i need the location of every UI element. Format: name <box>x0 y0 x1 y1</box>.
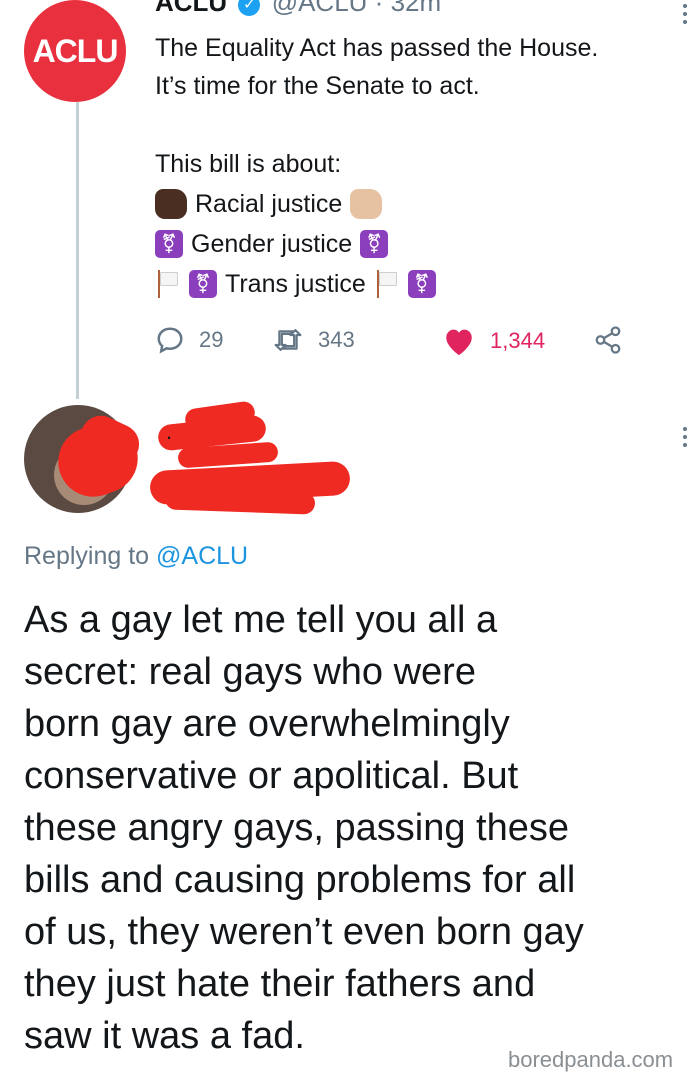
reply-count: 29 <box>199 327 224 352</box>
aclu-avatar[interactable]: ACLU <box>24 0 126 102</box>
transgender-symbol-icon: ⚧ <box>155 230 183 258</box>
watermark: boredpanda.com <box>508 1047 674 1072</box>
bill-item-trans: ⚧ Trans justice ⚧ <box>155 269 436 299</box>
reply-text-line: secret: real gays who were <box>24 651 476 693</box>
reply-author-name[interactable]: . <box>166 419 172 445</box>
tweet-text-line: It’s time for the Senate to act. <box>155 72 480 100</box>
bill-list-intro: This bill is about: <box>155 150 342 178</box>
avatar-logo-text: ACLU <box>32 32 119 69</box>
transgender-symbol-icon: ⚧ <box>360 230 389 258</box>
retweet-button[interactable]: 343 <box>272 325 355 355</box>
raised-fist-light-icon <box>350 189 383 219</box>
reply-text-line: these angry gays, passing these <box>24 807 570 849</box>
more-icon[interactable] <box>683 4 689 28</box>
redaction-mark <box>164 487 316 515</box>
reply-text-line: bills and causing problems for all <box>24 859 576 901</box>
retweet-count: 343 <box>318 327 355 352</box>
separator-dot: · <box>374 0 384 17</box>
transgender-symbol-icon: ⚧ <box>189 270 217 298</box>
replying-to: Replying to @ACLU <box>24 541 248 571</box>
white-flag-icon <box>155 270 181 298</box>
tweet-actions: 29 343 1,344 <box>155 325 625 361</box>
verified-icon: ✓ <box>238 0 261 16</box>
retweet-icon <box>274 329 302 351</box>
reply-text-line: of us, they weren’t even born gay <box>24 911 584 953</box>
bill-item-label: Racial justice <box>195 190 343 218</box>
replying-mention-link[interactable]: @ACLU <box>156 542 248 570</box>
reply-icon <box>157 327 183 354</box>
tweet-time[interactable]: 32m <box>391 0 442 17</box>
more-icon[interactable] <box>683 427 689 451</box>
reply-button[interactable]: 29 <box>155 325 223 355</box>
reply-text-line: As a gay let me tell you all a <box>24 599 498 641</box>
reply-text-line: born gay are overwhelmingly <box>24 703 510 745</box>
bill-item-label: Trans justice <box>225 270 366 298</box>
reply-text-line: they just hate their fathers and <box>24 963 536 1005</box>
bill-item-label: Gender justice <box>191 230 353 258</box>
bill-item-racial: Racial justice <box>155 189 383 219</box>
heart-icon <box>446 329 472 356</box>
like-button[interactable]: 1,344 <box>442 325 545 357</box>
raised-fist-dark-icon <box>155 189 187 219</box>
like-count: 1,344 <box>490 328 546 353</box>
share-icon <box>595 326 621 354</box>
bill-item-gender: ⚧ Gender justice ⚧ <box>155 229 389 259</box>
transgender-symbol-icon: ⚧ <box>407 270 436 298</box>
white-flag-icon <box>374 270 400 298</box>
thread-line <box>76 102 79 399</box>
reply-text-line: conservative or apolitical. But <box>24 755 519 797</box>
share-button[interactable] <box>592 325 624 355</box>
author-name[interactable]: ACLU <box>155 0 227 17</box>
replying-prefix: Replying to <box>24 542 157 570</box>
reply-text: As a gay let me tell you all a secret: r… <box>24 594 684 1062</box>
tweet-header: ACLU ✓ @ACLU · 32m <box>155 0 441 17</box>
tweet-text-line: The Equality Act has passed the House. <box>155 34 599 62</box>
author-handle[interactable]: @ACLU <box>272 0 368 17</box>
